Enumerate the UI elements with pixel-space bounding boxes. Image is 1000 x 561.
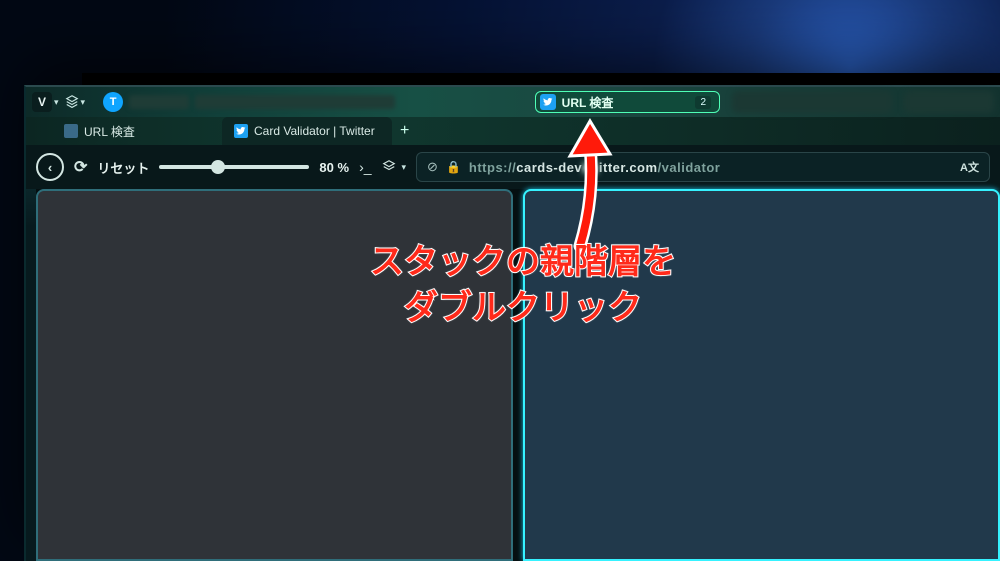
app-badge-icon: T <box>103 92 123 112</box>
lock-icon[interactable]: 🔒 <box>446 160 461 174</box>
blurred-title <box>195 95 395 109</box>
toolbar: ‹ ⟳ リセット 80 % ›_ ▾ ⊘ 🔒 https://cards-dev… <box>26 145 1000 189</box>
twitter-icon <box>234 124 248 138</box>
page-icon <box>64 124 78 138</box>
titlebar: V ▾ ▾ T URL 検査 2 <box>26 87 1000 117</box>
new-tab-button[interactable]: + <box>392 117 417 145</box>
zoom-slider[interactable] <box>159 165 309 169</box>
blurred-pill <box>904 91 994 113</box>
stack-parent-pill[interactable]: URL 検査 2 <box>535 91 720 113</box>
annotation-text: スタックの親階層を ダブルクリック <box>370 240 676 332</box>
back-button[interactable]: ‹ <box>36 153 64 181</box>
devtools-icon[interactable]: ›_ <box>359 159 371 175</box>
tab-strip: URL 検査 Card Validator | Twitter + <box>26 117 1000 145</box>
tile-icon[interactable] <box>382 159 396 176</box>
zoom-value: 80 % <box>319 160 349 175</box>
tab-card-validator[interactable]: Card Validator | Twitter <box>222 117 392 145</box>
vivaldi-logo[interactable]: V <box>32 92 52 112</box>
tab-label: Card Validator | Twitter <box>254 124 375 138</box>
tab-url-inspect[interactable]: URL 検査 <box>52 117 222 145</box>
stack-pill-count: 2 <box>695 96 711 109</box>
translate-icon[interactable]: A文 <box>960 159 979 175</box>
tab-label: URL 検査 <box>84 123 135 140</box>
shield-icon[interactable]: ⊘ <box>427 159 438 175</box>
stack-icon[interactable] <box>65 94 79 111</box>
twitter-icon <box>540 94 556 110</box>
stack-pill-label: URL 検査 <box>562 94 614 111</box>
blurred-title <box>129 95 189 109</box>
chevron-down-icon[interactable]: ▾ <box>81 97 86 108</box>
reset-button[interactable]: リセット <box>97 158 149 177</box>
chevron-down-icon[interactable]: ▾ <box>402 162 407 173</box>
chevron-down-icon[interactable]: ▾ <box>54 97 59 108</box>
reload-icon[interactable]: ⟳ <box>74 157 87 177</box>
annotation-arrow <box>540 116 620 256</box>
address-bar[interactable]: ⊘ 🔒 https://cards-dev■■itter.com/validat… <box>416 152 990 182</box>
blurred-pill <box>732 91 892 113</box>
